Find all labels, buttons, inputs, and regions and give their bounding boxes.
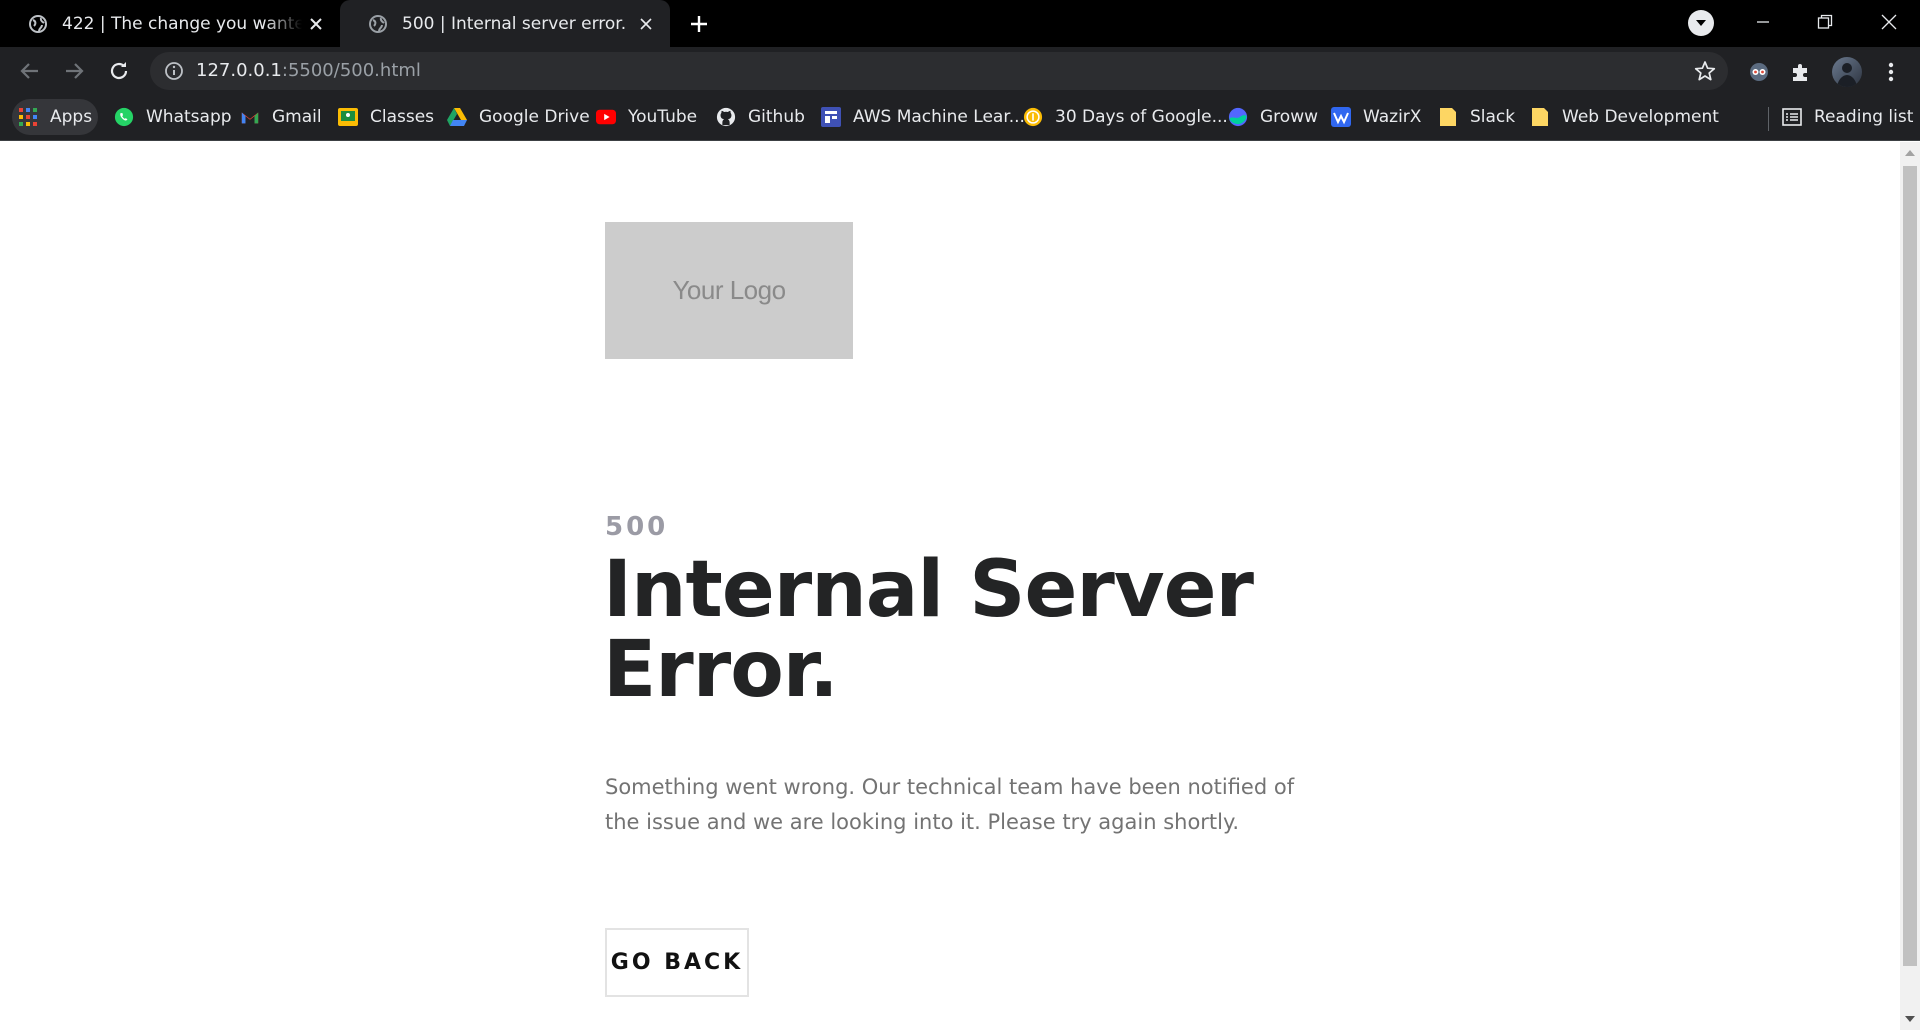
reload-button[interactable]	[103, 55, 135, 87]
logo-text: Your Logo	[672, 275, 786, 305]
page-title-line-2: Error.	[603, 625, 839, 715]
address-bar[interactable]: 127.0.0.1:5500/500.html	[150, 52, 1728, 90]
bookmarks-bar: Apps Whatsapp Gmail Classes Google Drive…	[0, 95, 1920, 141]
bookmark-apps[interactable]: Apps	[12, 99, 99, 135]
bookmark-wazirx[interactable]: WazirX	[1325, 99, 1427, 135]
bookmark-label: Groww	[1260, 107, 1318, 127]
tab-title: 500 | Internal server error.	[402, 13, 627, 34]
classroom-icon	[338, 107, 358, 127]
close-tab-icon[interactable]	[302, 10, 330, 38]
bookmark-30-days-google[interactable]: 30 Days of Google...	[1017, 99, 1234, 135]
tab-title: 422 | The change you wanted was rejected	[62, 13, 302, 34]
drive-icon	[447, 107, 467, 127]
bookmark-whatsapp[interactable]: Whatsapp	[108, 99, 238, 135]
arrow-right-icon	[66, 63, 84, 79]
error-code: 500	[605, 512, 669, 542]
scroll-up-arrow-icon[interactable]	[1905, 150, 1915, 156]
plus-icon	[691, 16, 707, 32]
tab-search-button[interactable]	[1688, 10, 1714, 36]
bookmark-groww[interactable]: Groww	[1222, 99, 1324, 135]
back-button[interactable]	[14, 55, 46, 87]
reading-list-label: Reading list	[1814, 107, 1914, 127]
folder-icon	[1530, 107, 1550, 127]
bookmark-slack[interactable]: Slack	[1432, 99, 1521, 135]
new-tab-button[interactable]	[684, 9, 714, 39]
page-title-line-1: Internal Server	[603, 545, 1254, 635]
bookmark-label: Github	[748, 107, 805, 127]
menu-dots-icon[interactable]	[1878, 59, 1904, 85]
url-text: 127.0.0.1:5500/500.html	[196, 60, 421, 81]
bookmark-label: Gmail	[272, 107, 322, 127]
bookmark-youtube[interactable]: YouTube	[590, 99, 703, 135]
puzzle-icon[interactable]	[1788, 59, 1814, 85]
bookmark-label: AWS Machine Lear...	[853, 107, 1025, 127]
reload-icon	[110, 62, 128, 80]
bookmark-label: Apps	[50, 107, 93, 127]
bookmark-label: Google Drive	[479, 107, 590, 127]
url-path: :5500/500.html	[281, 60, 421, 81]
scrollbar-thumb[interactable]	[1903, 166, 1917, 966]
scroll-down-arrow-icon[interactable]	[1905, 1016, 1915, 1022]
avatar[interactable]	[1832, 57, 1862, 87]
go-back-button[interactable]: GO BACK	[605, 928, 749, 997]
gmail-icon	[240, 107, 260, 127]
browser-toolbar: 127.0.0.1:5500/500.html	[0, 47, 1920, 95]
bookmark-label: YouTube	[628, 107, 698, 127]
bookmarks-divider	[1768, 107, 1769, 131]
close-window-button[interactable]	[1858, 0, 1920, 44]
bookmark-gmail[interactable]: Gmail	[234, 99, 328, 135]
tab-strip: 422 | The change you wanted was rejected…	[0, 0, 1920, 47]
bookmark-label: Slack	[1470, 107, 1516, 127]
bookmark-label: 30 Days of Google...	[1055, 107, 1228, 127]
bookmark-google-drive[interactable]: Google Drive	[441, 99, 596, 135]
extension-icon[interactable]	[1746, 59, 1772, 85]
url-host: 127.0.0.1	[196, 60, 282, 81]
bookmark-aws[interactable]: AWS Machine Lear...	[815, 99, 1031, 135]
bookmark-label: Web Development	[1562, 107, 1719, 127]
whatsapp-icon	[114, 107, 134, 127]
logo-placeholder: Your Logo	[605, 222, 853, 359]
bookmark-classes[interactable]: Classes	[332, 99, 440, 135]
bookmark-label: WazirX	[1363, 107, 1422, 127]
close-tab-icon[interactable]	[632, 10, 660, 38]
tab-500[interactable]: 500 | Internal server error.	[340, 0, 670, 47]
bookmark-label: Classes	[370, 107, 435, 127]
globe-icon	[29, 14, 47, 33]
forward-button[interactable]	[58, 55, 90, 87]
page-viewport: Your Logo 500 Internal Server Error. Som…	[0, 142, 1900, 1030]
wazirx-icon	[1331, 107, 1351, 127]
github-icon	[716, 107, 736, 127]
restore-button[interactable]	[1794, 0, 1856, 44]
page-scrollbar[interactable]	[1900, 142, 1920, 1030]
bookmark-github[interactable]: Github	[710, 99, 811, 135]
arrow-left-icon	[20, 63, 38, 79]
bookmark-star-icon[interactable]	[1694, 60, 1716, 82]
globe-icon	[369, 14, 387, 33]
youtube-icon	[596, 107, 616, 127]
aws-icon	[821, 107, 841, 127]
folder-icon	[1438, 107, 1458, 127]
error-message: Something went wrong. Our technical team…	[605, 775, 1295, 834]
tab-422[interactable]: 422 | The change you wanted was rejected	[0, 0, 340, 47]
info-icon[interactable]	[164, 61, 184, 81]
apps-grid-icon	[18, 107, 38, 127]
reading-list-icon	[1782, 107, 1802, 127]
bookmark-label: Whatsapp	[146, 107, 232, 127]
bookmark-web-development[interactable]: Web Development	[1524, 99, 1725, 135]
groww-icon	[1228, 107, 1248, 127]
page-title: Internal Server Error.	[603, 550, 1363, 710]
google-cloud-icon	[1023, 107, 1043, 127]
reading-list-button[interactable]: Reading list	[1776, 99, 1919, 135]
minimize-button[interactable]	[1732, 0, 1794, 44]
chevron-down-icon	[1696, 20, 1706, 26]
